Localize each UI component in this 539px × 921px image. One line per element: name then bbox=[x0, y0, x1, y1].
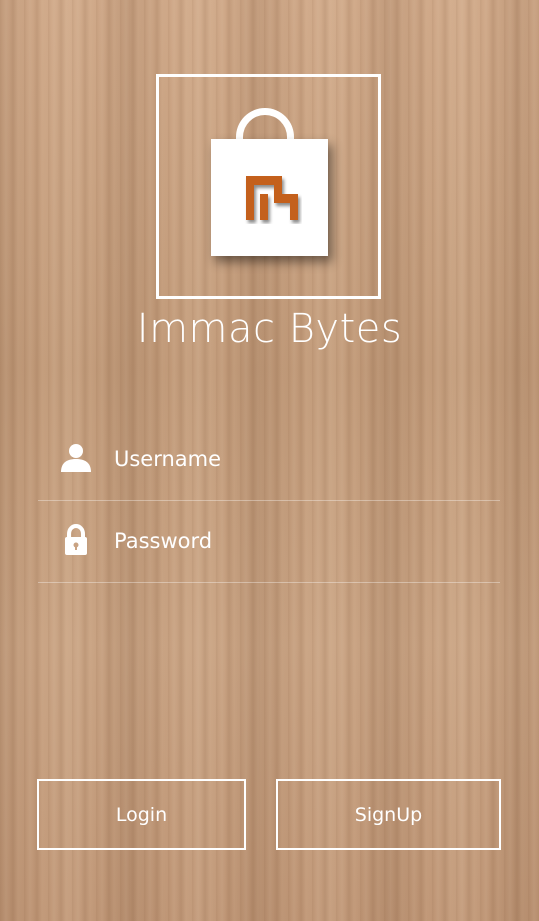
user-icon bbox=[61, 444, 91, 472]
password-field bbox=[38, 500, 500, 583]
password-input[interactable] bbox=[114, 518, 474, 564]
brand-mark-icon bbox=[246, 176, 298, 220]
username-field bbox=[38, 418, 500, 501]
lock-icon bbox=[65, 524, 87, 555]
login-button[interactable]: Login bbox=[37, 779, 246, 850]
app-title: Immac Bytes bbox=[136, 306, 403, 352]
signup-button[interactable]: SignUp bbox=[276, 779, 501, 850]
username-input[interactable] bbox=[114, 436, 474, 482]
